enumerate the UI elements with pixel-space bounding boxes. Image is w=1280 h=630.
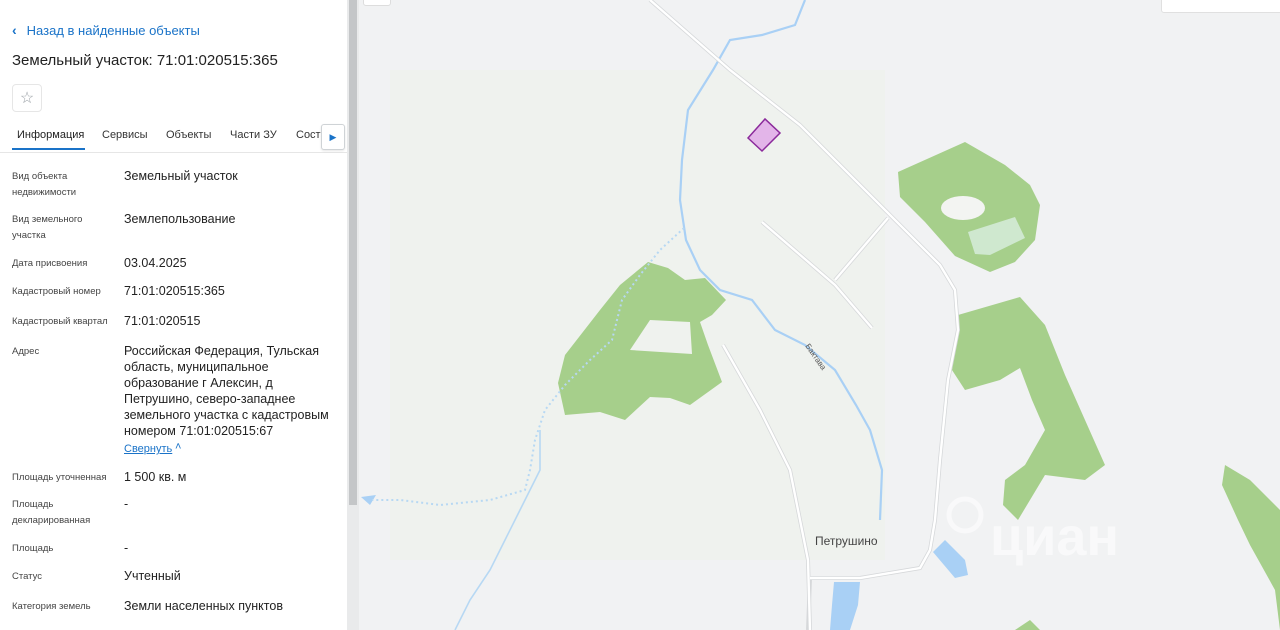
row-label: Кадастровый номер xyxy=(12,286,101,297)
watermark: циан xyxy=(990,507,1119,567)
row-label: Дата присвоения xyxy=(12,258,88,269)
row-label: Кадастровый квартал xyxy=(12,316,108,327)
collapse-link[interactable]: Свернуть xyxy=(124,443,172,455)
map-canvas[interactable]: Петрушино Бактава циан xyxy=(359,0,1280,630)
row-label: Вид земельного участка xyxy=(12,214,83,241)
row-label: Площадь декларированная xyxy=(12,499,91,526)
active-tab-indicator xyxy=(12,148,85,150)
tab-services[interactable]: Сервисы xyxy=(102,129,148,141)
row-value: Земли населенных пунктов xyxy=(124,599,283,613)
tabs-scroll-right-button[interactable]: ▶ xyxy=(321,124,345,150)
tab-parts[interactable]: Части ЗУ xyxy=(230,129,277,141)
favorite-button[interactable]: ☆ xyxy=(12,84,42,112)
tab-objects[interactable]: Объекты xyxy=(166,129,211,141)
back-link[interactable]: ‹ Назад в найденные объекты xyxy=(12,22,200,38)
row-value: Учтенный xyxy=(124,569,181,583)
info-panel: ‹ Назад в найденные объекты Земельный уч… xyxy=(0,0,347,630)
row-label: Адрес xyxy=(12,346,40,357)
village-label: Петрушино xyxy=(815,534,878,548)
app-root: ‹ Назад в найденные объекты Земельный уч… xyxy=(0,0,1280,630)
row-value: 03.04.2025 xyxy=(124,256,187,270)
row-value: - xyxy=(124,541,129,555)
chevron-up-icon[interactable]: ˄ xyxy=(175,441,181,453)
row-label: Вид объекта недвижимости xyxy=(12,171,77,198)
star-outline-icon: ☆ xyxy=(19,90,35,107)
page-title: Земельный участок: 71:01:020515:365 xyxy=(12,52,278,69)
map-search-box[interactable] xyxy=(1161,0,1280,13)
clearing xyxy=(941,196,985,220)
row-value: Землепользование xyxy=(124,212,236,226)
address-value: Российская Федерация, Тульская область, … xyxy=(124,344,329,438)
back-link-label: Назад в найденные объекты xyxy=(26,22,200,38)
caret-right-icon: ▶ xyxy=(329,131,337,142)
panel-scrollbar-thumb[interactable] xyxy=(349,0,357,505)
chevron-left-icon: ‹ xyxy=(12,22,17,38)
row-label: Площадь xyxy=(12,543,54,554)
row-label: Статус xyxy=(12,571,43,582)
row-label: Площадь уточненная xyxy=(12,472,107,483)
row-label: Категория земель xyxy=(12,601,91,612)
map-control-button[interactable] xyxy=(363,0,391,6)
row-value: Земельный участок xyxy=(124,169,238,183)
row-value: - xyxy=(124,497,129,511)
row-value: 1 500 кв. м xyxy=(124,470,187,484)
row-value: 71:01:020515 xyxy=(124,314,201,328)
tab-info[interactable]: Информация xyxy=(17,129,84,141)
row-value: 71:01:020515:365 xyxy=(124,284,225,298)
